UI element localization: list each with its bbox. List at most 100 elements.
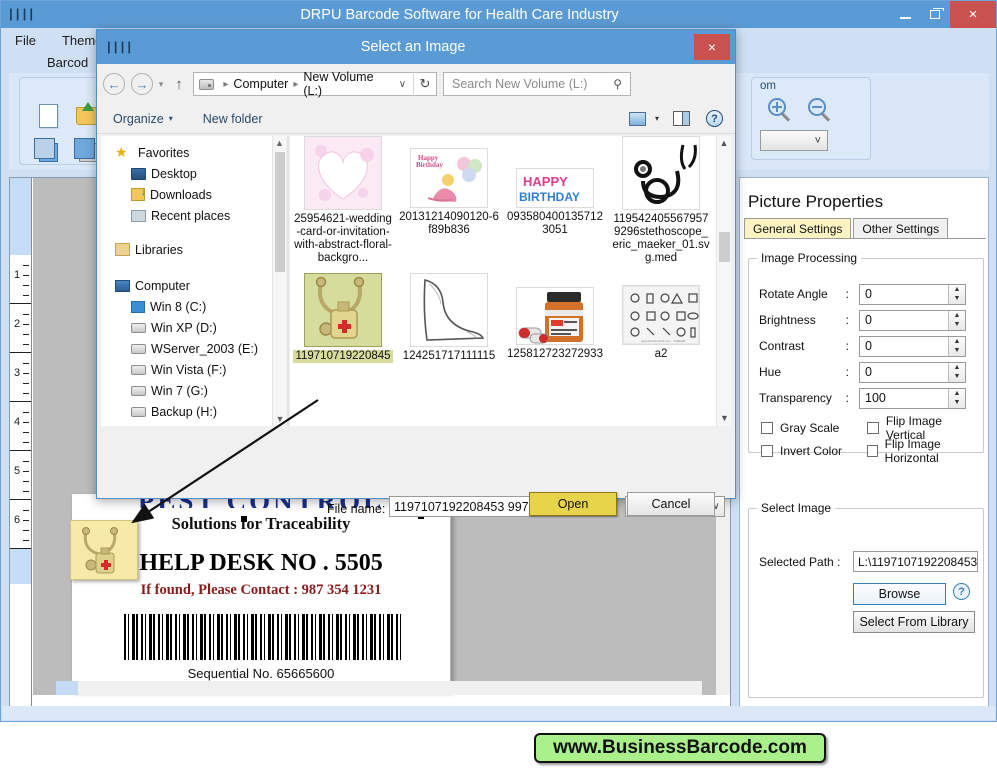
forward-button[interactable]: →	[131, 73, 153, 95]
scrollbar-thumb[interactable]	[56, 681, 78, 695]
hue-stepper[interactable]: 0 ▲ ▼	[859, 361, 966, 383]
checkbox-invert-color[interactable]: Invert Color	[761, 442, 842, 460]
chevron-down-icon[interactable]: ▾	[655, 114, 659, 123]
copy-button[interactable]	[28, 136, 68, 168]
cancel-button[interactable]: Cancel	[627, 492, 715, 516]
sidebar-item-winvista-f[interactable]: Win Vista (F:)	[101, 359, 286, 380]
list-item[interactable]: 124251717111115	[396, 269, 502, 363]
brightness-stepper[interactable]: 0 ▲ ▼	[859, 309, 966, 331]
open-button[interactable]: Open	[529, 492, 617, 516]
list-item[interactable]: HAPPY BIRTHDAY 0935804001357123051	[502, 136, 608, 265]
zoom-out-button[interactable]	[808, 98, 834, 124]
stepper-arrows[interactable]: ▲ ▼	[948, 310, 965, 330]
status-bar	[2, 706, 995, 720]
help-icon[interactable]: ?	[953, 583, 970, 600]
sidebar-item-libraries[interactable]: Libraries	[101, 239, 286, 260]
pane-splitter[interactable]	[287, 136, 289, 426]
sidebar-item-winxp-d[interactable]: Win XP (D:)	[101, 317, 286, 338]
list-item[interactable]: www.shutterstock.com · 1680000 a2	[608, 269, 714, 363]
sidebar-item-downloads[interactable]: Downloads	[101, 184, 286, 205]
help-icon[interactable]: ?	[706, 110, 723, 127]
scroll-down-icon[interactable]: ▼	[717, 411, 731, 426]
address-bar[interactable]: ▸ Computer ▸ New Volume (L:) ∨ ↻	[193, 70, 437, 98]
select-image-legend: Select Image	[757, 501, 836, 515]
sidebar-item-favorites[interactable]: ★ Favorites	[101, 142, 286, 163]
search-input[interactable]: Search New Volume (L:) ⚲	[443, 72, 631, 96]
address-dropdown-icon[interactable]: ∨	[392, 79, 413, 90]
transparency-value: 100	[865, 391, 886, 405]
selection-handle[interactable]	[241, 516, 247, 522]
sidebar-item-recent-places[interactable]: Recent places	[101, 205, 286, 226]
stepper-arrows[interactable]: ▲ ▼	[948, 336, 965, 356]
checkbox-flip-vertical[interactable]: Flip Image Vertical	[867, 414, 983, 442]
new-folder-button[interactable]: New folder	[203, 112, 263, 126]
minimize-button[interactable]	[890, 1, 920, 28]
placed-image-object[interactable]	[70, 520, 138, 580]
sidebar-item-backup-h[interactable]: Backup (H:)	[101, 401, 286, 422]
list-item[interactable]: Happy Birthday 20131214090120-6f89b836	[396, 136, 502, 265]
breadcrumb-new-volume[interactable]: New Volume (L:)	[303, 70, 391, 98]
stepper-arrows[interactable]: ▲ ▼	[948, 388, 965, 408]
file-name: 0935804001357123051	[507, 211, 603, 236]
brightness-value: 0	[865, 313, 872, 327]
dialog-close-button[interactable]: ×	[694, 34, 730, 60]
zoom-tool-group: om ˅	[751, 77, 871, 160]
nav-pane-scrollbar[interactable]: ▲ ▼	[272, 136, 286, 426]
scrollbar-thumb[interactable]	[275, 152, 285, 272]
scrollbar-thumb[interactable]	[719, 232, 730, 262]
tab-other-settings[interactable]: Other Settings	[853, 218, 949, 239]
up-one-level-button[interactable]: ↑	[169, 76, 189, 93]
sidebar-item-win8-c[interactable]: Win 8 (C:)	[101, 296, 286, 317]
drive-icon	[131, 406, 146, 417]
scroll-up-icon[interactable]: ▲	[717, 136, 731, 151]
checkbox-box[interactable]	[761, 422, 773, 434]
label-sequential-number: Sequential No. 65665600	[187, 666, 335, 681]
history-dropdown-icon[interactable]: ▾	[153, 79, 169, 90]
file-list-scrollbar[interactable]: ▲ ▼	[716, 136, 731, 426]
zoom-in-button[interactable]	[768, 98, 794, 124]
list-item[interactable]: 1195424055679579296stethoscope_eric_maek…	[608, 136, 714, 265]
checkbox-flip-horizontal[interactable]: Flip Image Horizontal	[867, 437, 983, 465]
sidebar-item-desktop[interactable]: Desktop	[101, 163, 286, 184]
new-button[interactable]	[28, 100, 68, 132]
tab-general-settings[interactable]: General Settings	[744, 218, 852, 239]
checkbox-gray-scale[interactable]: Gray Scale	[761, 419, 839, 437]
sidebar-item-wserver2003-e[interactable]: WServer_2003 (E:)	[101, 338, 286, 359]
stepper-down-icon: ▼	[953, 321, 961, 329]
sidebar-item-win7-g[interactable]: Win 7 (G:)	[101, 380, 286, 401]
stepper-arrows[interactable]: ▲ ▼	[948, 362, 965, 382]
back-button[interactable]: ←	[103, 73, 125, 95]
organize-menu[interactable]: Organize	[113, 112, 164, 126]
search-icon[interactable]: ⚲	[613, 77, 630, 91]
list-item-selected[interactable]: 119710719220845	[290, 269, 396, 363]
list-item[interactable]: 25954621-wedding-card-or-invitation-with…	[290, 136, 396, 265]
scroll-down-icon[interactable]: ▼	[273, 412, 286, 426]
sidebar-item-computer[interactable]: Computer	[101, 275, 286, 296]
chevron-down-icon[interactable]: ▾	[169, 114, 173, 123]
browse-button[interactable]: Browse	[853, 583, 946, 605]
scroll-up-icon[interactable]: ▲	[273, 136, 286, 150]
menu-item-file[interactable]: File	[15, 33, 36, 48]
refresh-icon[interactable]: ↻	[413, 72, 436, 96]
close-button[interactable]: ×	[950, 1, 996, 28]
contrast-stepper[interactable]: 0 ▲ ▼	[859, 335, 966, 357]
breadcrumb-computer[interactable]: Computer	[233, 77, 288, 91]
checkbox-box[interactable]	[867, 422, 879, 434]
label-preview-card[interactable]: PEST CONTROL Solutions for Traceability …	[70, 486, 451, 691]
restore-button[interactable]	[920, 1, 950, 28]
list-item[interactable]: 125812723272933	[502, 269, 608, 363]
rotate-angle-stepper[interactable]: 0 ▲ ▼	[859, 283, 966, 305]
selected-path-input[interactable]: L:\1197107192208453	[853, 551, 978, 572]
canvas-horizontal-scrollbar[interactable]	[56, 681, 702, 695]
file-list-pane[interactable]: pase-for-your-t... -floral-backgro... -f…	[290, 136, 731, 426]
preview-pane-icon[interactable]	[673, 111, 690, 126]
transparency-stepper[interactable]: 100 ▲ ▼	[859, 387, 966, 409]
dialog-title-bar: |||| Select an Image ×	[97, 30, 735, 64]
menu-item-barcode[interactable]: Barcod	[47, 55, 88, 70]
select-from-library-button[interactable]: Select From Library	[853, 611, 975, 633]
checkbox-box[interactable]	[761, 445, 773, 457]
checkbox-box[interactable]	[867, 445, 878, 457]
view-mode-icon[interactable]	[628, 111, 646, 126]
stepper-arrows[interactable]: ▲ ▼	[948, 284, 965, 304]
zoom-level-select[interactable]: ˅	[760, 130, 828, 151]
